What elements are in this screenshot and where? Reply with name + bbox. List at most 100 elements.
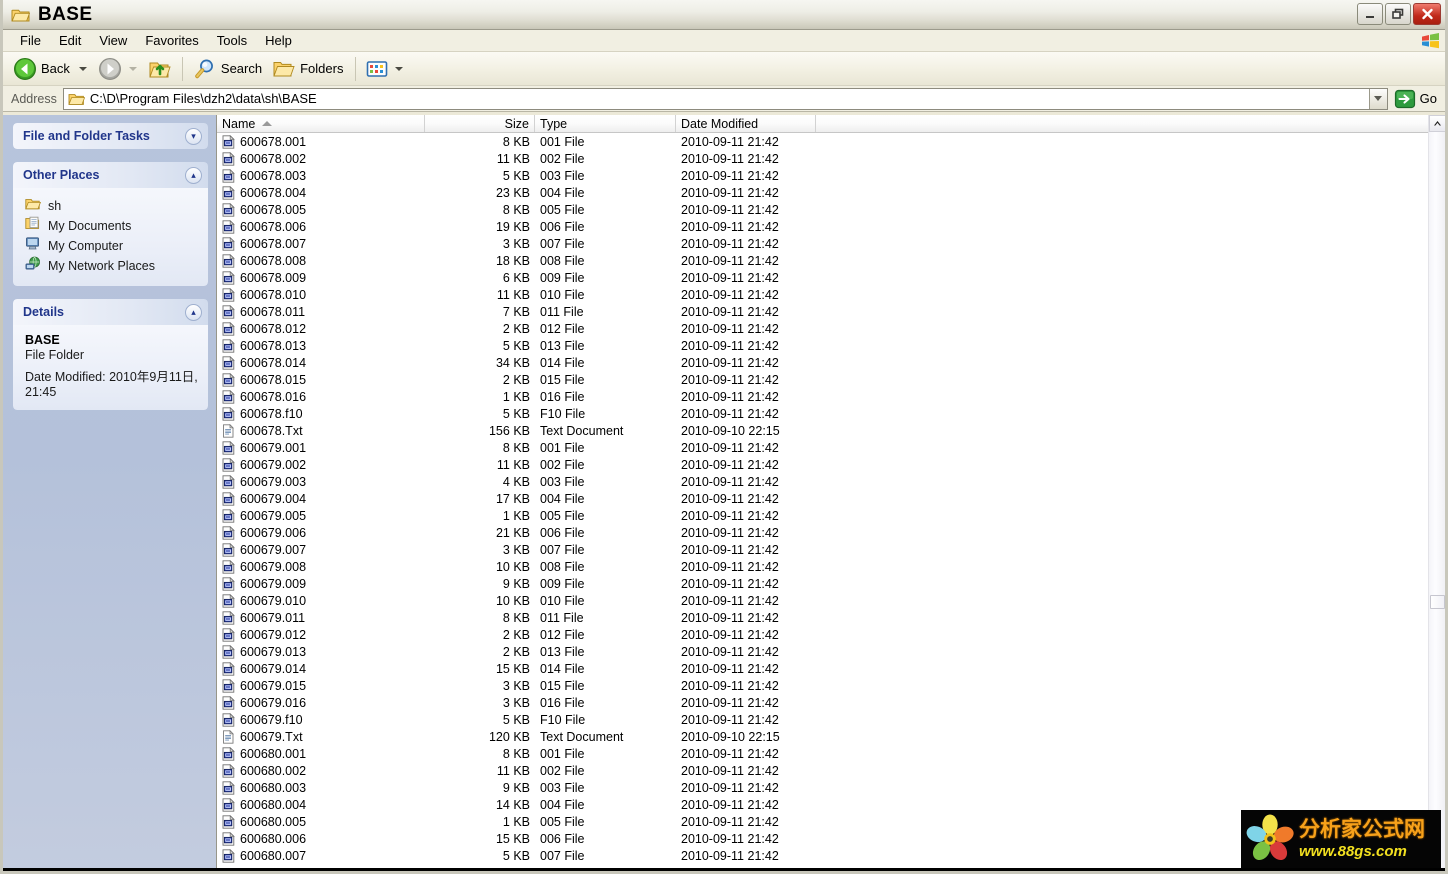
cell-name[interactable]: 600678.011: [217, 304, 425, 319]
title-bar[interactable]: BASE: [3, 0, 1445, 30]
cell-name[interactable]: 600679.001: [217, 440, 425, 455]
column-header-size[interactable]: Size: [425, 115, 535, 132]
place-item-my-computer[interactable]: My Computer: [25, 236, 200, 256]
table-row[interactable]: 600680.002 11 KB 002 File 2010-09-11 21:42: [217, 762, 1445, 779]
cell-name[interactable]: 600678.006: [217, 219, 425, 234]
cell-name[interactable]: 600679.004: [217, 491, 425, 506]
cell-name[interactable]: 600679.003: [217, 474, 425, 489]
table-row[interactable]: 600679.004 17 KB 004 File 2010-09-11 21:42: [217, 490, 1445, 507]
cell-name[interactable]: 600678.Txt: [217, 423, 425, 438]
table-row[interactable]: 600678.012 2 KB 012 File 2010-09-11 21:42: [217, 320, 1445, 337]
file-folder-tasks-header[interactable]: File and Folder Tasks ▾: [13, 123, 208, 149]
cell-name[interactable]: 600678.016: [217, 389, 425, 404]
place-item-my-documents[interactable]: My Documents: [25, 216, 200, 236]
cell-name[interactable]: 600680.007: [217, 848, 425, 863]
table-row[interactable]: 600679.012 2 KB 012 File 2010-09-11 21:42: [217, 626, 1445, 643]
table-row[interactable]: 600679.009 9 KB 009 File 2010-09-11 21:42: [217, 575, 1445, 592]
cell-name[interactable]: 600679.005: [217, 508, 425, 523]
cell-name[interactable]: 600679.008: [217, 559, 425, 574]
table-row[interactable]: 600678.002 11 KB 002 File 2010-09-11 21:42: [217, 150, 1445, 167]
cell-name[interactable]: 600678.013: [217, 338, 425, 353]
cell-name[interactable]: 600678.007: [217, 236, 425, 251]
cell-name[interactable]: 600679.007: [217, 542, 425, 557]
menu-item-favorites[interactable]: Favorites: [136, 31, 207, 50]
table-row[interactable]: 600678.010 11 KB 010 File 2010-09-11 21:42: [217, 286, 1445, 303]
table-row[interactable]: 600679.007 3 KB 007 File 2010-09-11 21:42: [217, 541, 1445, 558]
file-rows[interactable]: 600678.001 8 KB 001 File 2010-09-11 21:42 60…: [217, 133, 1445, 871]
table-row[interactable]: 600679.005 1 KB 005 File 2010-09-11 21:42: [217, 507, 1445, 524]
cell-name[interactable]: 600678.012: [217, 321, 425, 336]
menu-item-tools[interactable]: Tools: [208, 31, 256, 50]
chevron-double-up-icon-other-places[interactable]: ▴: [185, 166, 202, 184]
cell-name[interactable]: 600679.015: [217, 678, 425, 693]
cell-name[interactable]: 600679.006: [217, 525, 425, 540]
table-row[interactable]: 600679.011 8 KB 011 File 2010-09-11 21:42: [217, 609, 1445, 626]
table-row[interactable]: 600679.016 3 KB 016 File 2010-09-11 21:42: [217, 694, 1445, 711]
table-row[interactable]: 600678.007 3 KB 007 File 2010-09-11 21:42: [217, 235, 1445, 252]
menu-item-edit[interactable]: Edit: [50, 31, 90, 50]
cell-name[interactable]: 600680.001: [217, 746, 425, 761]
table-row[interactable]: 600678.f10 5 KB F10 File 2010-09-11 21:42: [217, 405, 1445, 422]
go-button[interactable]: Go: [1388, 89, 1445, 109]
table-row[interactable]: 600678.009 6 KB 009 File 2010-09-11 21:42: [217, 269, 1445, 286]
table-row[interactable]: 600679.015 3 KB 015 File 2010-09-11 21:42: [217, 677, 1445, 694]
cell-name[interactable]: 600679.002: [217, 457, 425, 472]
cell-name[interactable]: 600680.006: [217, 831, 425, 846]
table-row[interactable]: 600678.Txt 156 KB Text Document 2010-09-10 …: [217, 422, 1445, 439]
cell-name[interactable]: 600679.011: [217, 610, 425, 625]
up-button[interactable]: [144, 55, 176, 83]
cell-name[interactable]: 600678.010: [217, 287, 425, 302]
column-header-name[interactable]: Name: [217, 115, 425, 132]
table-row[interactable]: 600678.016 1 KB 016 File 2010-09-11 21:42: [217, 388, 1445, 405]
other-places-header[interactable]: Other Places ▴: [13, 162, 208, 188]
table-row[interactable]: 600678.005 8 KB 005 File 2010-09-11 21:42: [217, 201, 1445, 218]
chevron-double-down-icon[interactable]: ▾: [185, 127, 202, 145]
place-item-my-network-places[interactable]: My Network Places: [25, 256, 200, 276]
column-header-date-modified[interactable]: Date Modified: [676, 115, 816, 132]
menu-item-help[interactable]: Help: [256, 31, 301, 50]
table-row[interactable]: 600679.010 10 KB 010 File 2010-09-11 21:42: [217, 592, 1445, 609]
minimize-button[interactable]: [1357, 3, 1383, 25]
views-chevron-down-icon[interactable]: [395, 66, 404, 71]
cell-name[interactable]: 600680.002: [217, 763, 425, 778]
cell-name[interactable]: 600680.005: [217, 814, 425, 829]
cell-name[interactable]: 600678.004: [217, 185, 425, 200]
column-header-type[interactable]: Type: [535, 115, 676, 132]
cell-name[interactable]: 600679.014: [217, 661, 425, 676]
scrollbar-thumb[interactable]: [1430, 595, 1445, 609]
views-button[interactable]: [362, 55, 410, 83]
cell-name[interactable]: 600678.005: [217, 202, 425, 217]
table-row[interactable]: 600679.Txt 120 KB Text Document 2010-09-10 …: [217, 728, 1445, 745]
vertical-scrollbar[interactable]: [1428, 115, 1445, 871]
back-button[interactable]: Back: [9, 55, 94, 83]
table-row[interactable]: 600679.006 21 KB 006 File 2010-09-11 21:42: [217, 524, 1445, 541]
cell-name[interactable]: 600678.014: [217, 355, 425, 370]
table-row[interactable]: 600679.002 11 KB 002 File 2010-09-11 21:42: [217, 456, 1445, 473]
table-row[interactable]: 600679.f10 5 KB F10 File 2010-09-11 21:42: [217, 711, 1445, 728]
search-button[interactable]: Search: [189, 55, 268, 83]
cell-name[interactable]: 600679.013: [217, 644, 425, 659]
cell-name[interactable]: 600678.008: [217, 253, 425, 268]
cell-name[interactable]: 600678.f10: [217, 406, 425, 421]
table-row[interactable]: 600678.013 5 KB 013 File 2010-09-11 21:42: [217, 337, 1445, 354]
table-row[interactable]: 600679.013 2 KB 013 File 2010-09-11 21:42: [217, 643, 1445, 660]
details-header[interactable]: Details ▴: [13, 299, 208, 325]
table-row[interactable]: 600680.003 9 KB 003 File 2010-09-11 21:42: [217, 779, 1445, 796]
cell-name[interactable]: 600678.015: [217, 372, 425, 387]
menu-item-view[interactable]: View: [90, 31, 136, 50]
table-row[interactable]: 600679.001 8 KB 001 File 2010-09-11 21:42: [217, 439, 1445, 456]
cell-name[interactable]: 600679.009: [217, 576, 425, 591]
table-row[interactable]: 600678.003 5 KB 003 File 2010-09-11 21:42: [217, 167, 1445, 184]
table-row[interactable]: 600678.004 23 KB 004 File 2010-09-11 21:42: [217, 184, 1445, 201]
chevron-down-icon[interactable]: [78, 66, 87, 71]
table-row[interactable]: 600678.015 2 KB 015 File 2010-09-11 21:42: [217, 371, 1445, 388]
cell-name[interactable]: 600680.004: [217, 797, 425, 812]
scroll-up-button[interactable]: [1429, 115, 1445, 132]
table-row[interactable]: 600678.006 19 KB 006 File 2010-09-11 21:42: [217, 218, 1445, 235]
table-row[interactable]: 600678.001 8 KB 001 File 2010-09-11 21:42: [217, 133, 1445, 150]
place-item-sh[interactable]: sh: [25, 196, 200, 216]
folders-button[interactable]: Folders: [268, 55, 349, 83]
menu-item-file[interactable]: File: [11, 31, 50, 50]
cell-name[interactable]: 600679.f10: [217, 712, 425, 727]
table-row[interactable]: 600679.003 4 KB 003 File 2010-09-11 21:42: [217, 473, 1445, 490]
